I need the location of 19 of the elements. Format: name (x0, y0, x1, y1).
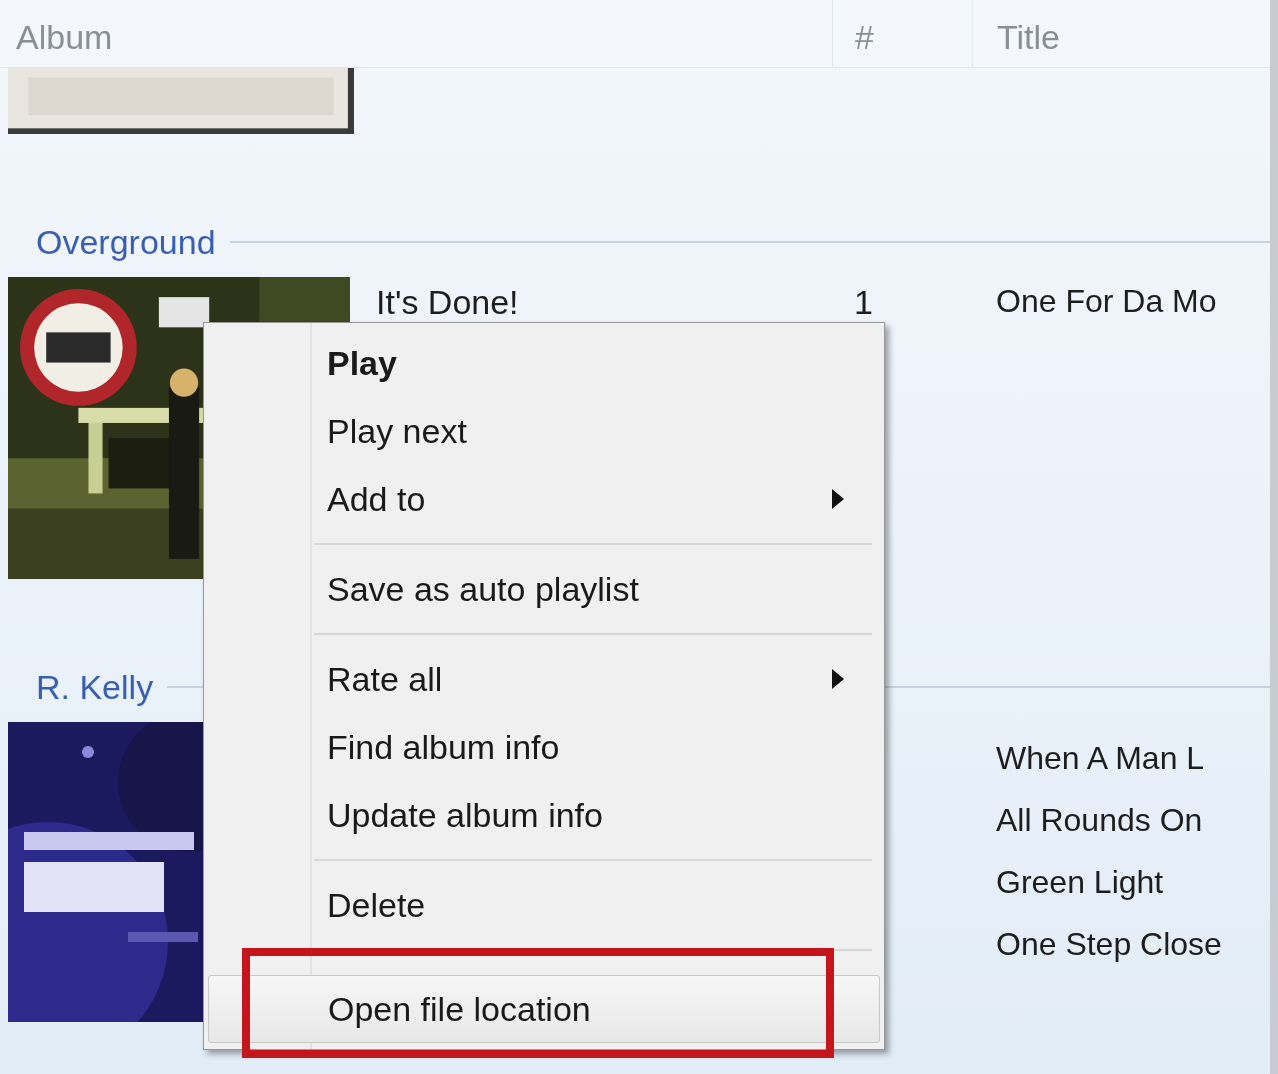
menu-item[interactable]: Play next (208, 397, 880, 465)
menu-item[interactable]: Open file location (208, 975, 880, 1043)
artist-heading: Overground (36, 221, 216, 263)
scrollbar[interactable] (1270, 0, 1278, 1074)
track-title: One For Da Mo (996, 283, 1217, 319)
track-number: 1 (854, 283, 873, 321)
album-title: It's Done! (376, 282, 519, 323)
menu-item[interactable]: Find album info (208, 713, 880, 781)
track-title: When A Man L (996, 740, 1205, 776)
menu-item[interactable]: Delete (208, 871, 880, 939)
menu-item[interactable]: Update album info (208, 781, 880, 849)
track-title: One Step Close (996, 926, 1222, 962)
artist-heading: R. Kelly (36, 666, 154, 708)
track-title: All Rounds On (996, 802, 1203, 838)
menu-item[interactable]: Save as auto playlist (208, 555, 880, 623)
track-title: Green Light (996, 864, 1164, 900)
menu-item[interactable]: Play (208, 329, 880, 397)
menu-item[interactable]: Rate all (208, 645, 880, 713)
menu-item[interactable]: Add to (208, 465, 880, 533)
